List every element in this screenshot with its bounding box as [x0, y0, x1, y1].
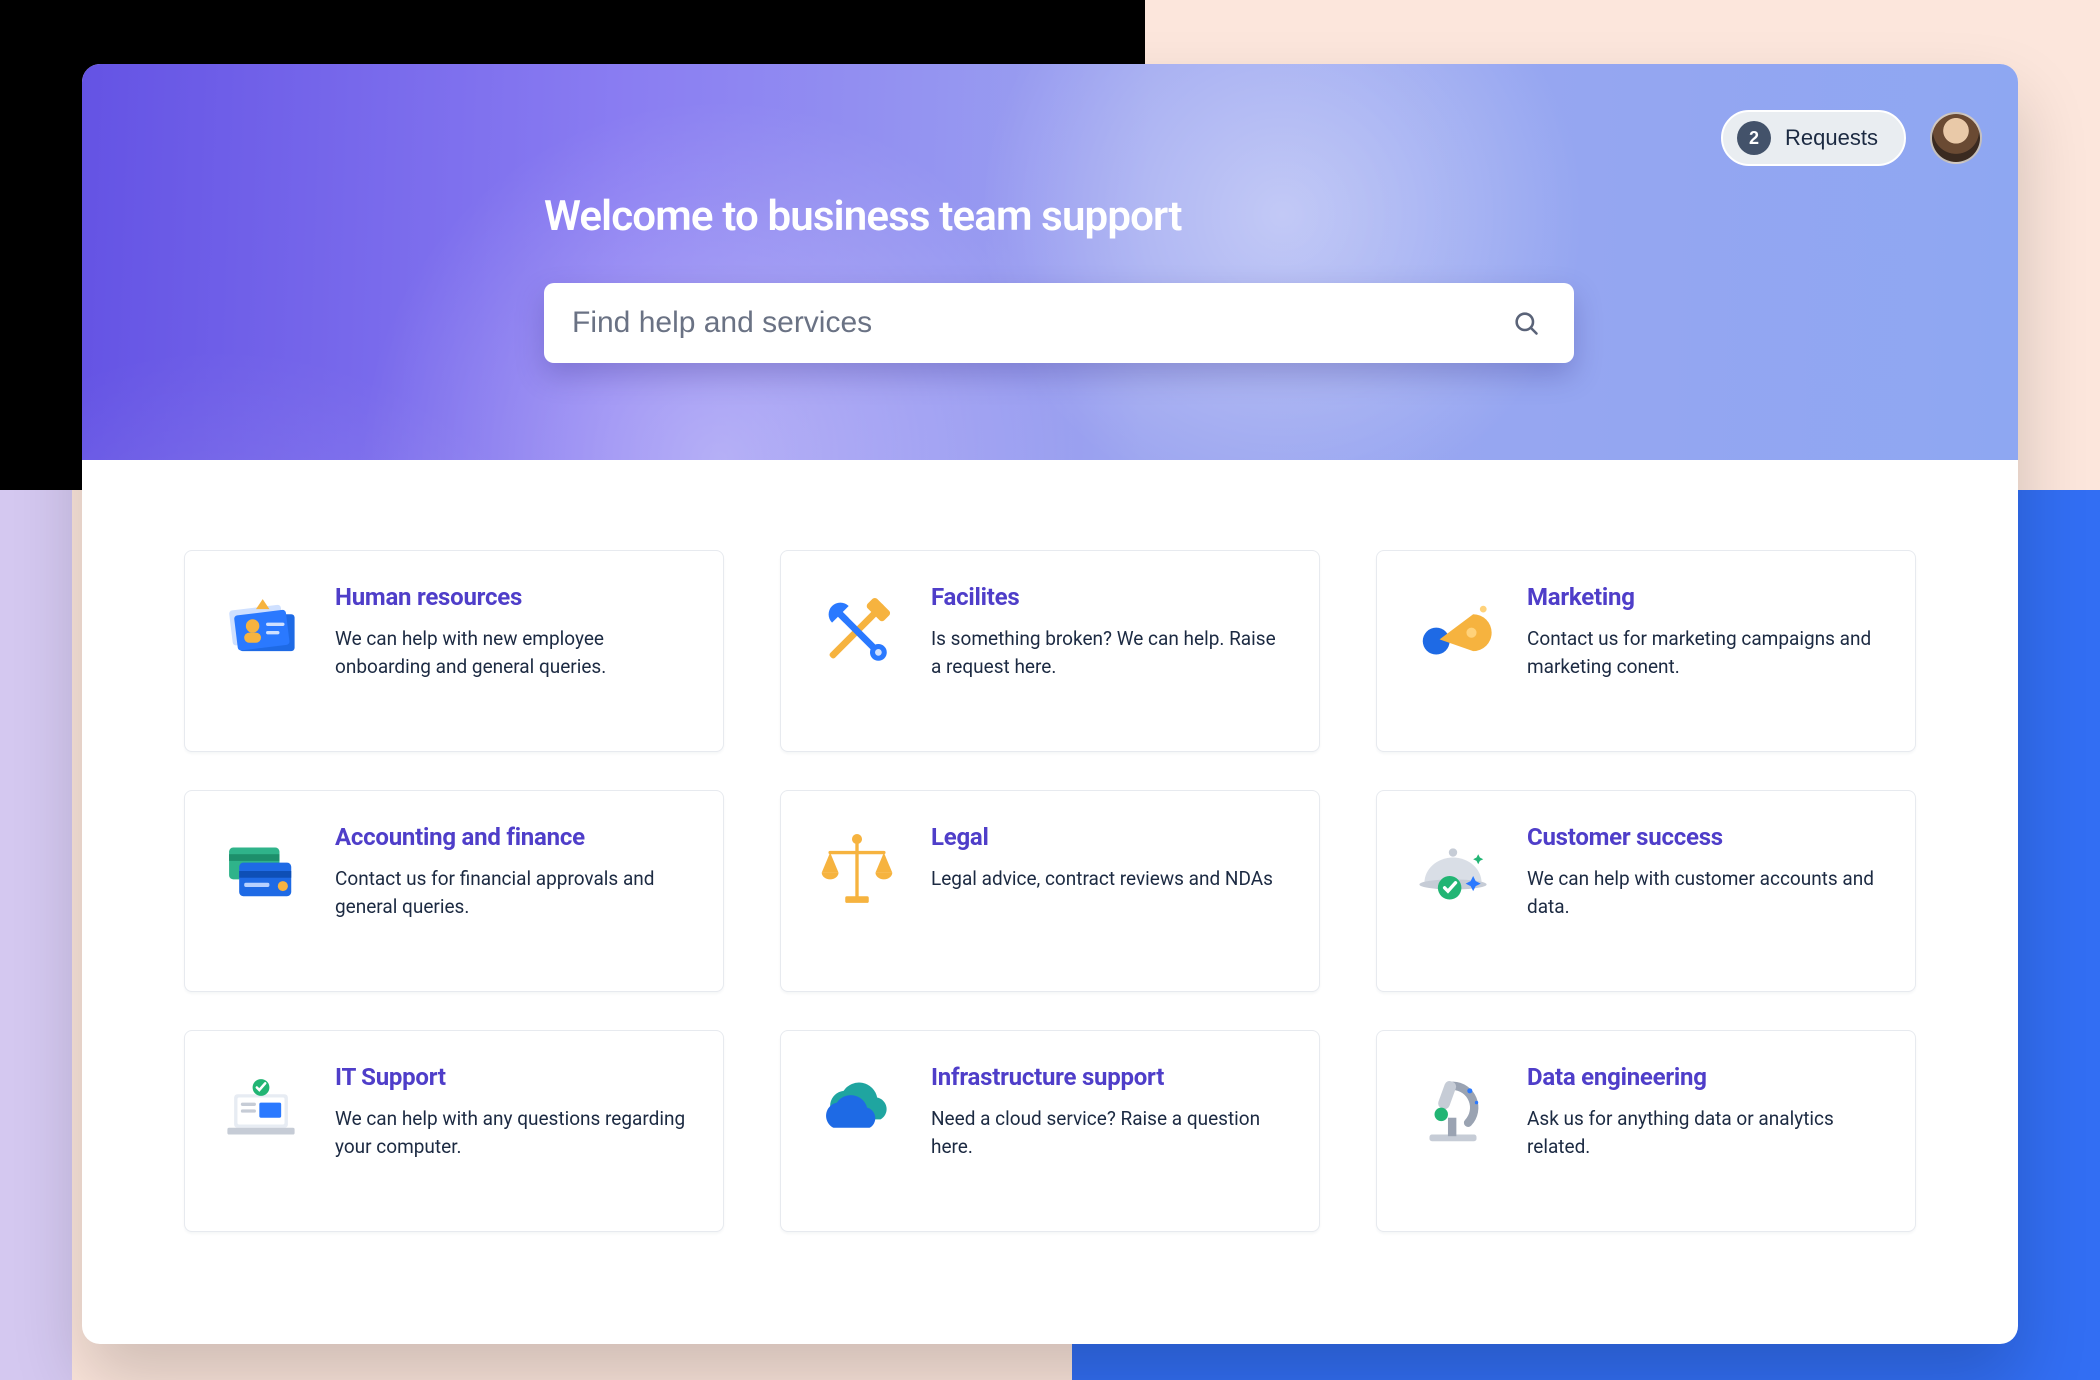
card-it-support[interactable]: IT Support We can help with any question…	[184, 1030, 724, 1232]
search-box[interactable]	[544, 283, 1574, 363]
requests-button[interactable]: 2 Requests	[1721, 110, 1906, 166]
card-facilities[interactable]: Facilites Is something broken? We can he…	[780, 550, 1320, 752]
card-data-engineering[interactable]: Data engineering Ask us for anything dat…	[1376, 1030, 1916, 1232]
hero-banner: 2 Requests Welcome to business team supp…	[82, 64, 2018, 460]
card-desc: Contact us for financial approvals and g…	[335, 865, 693, 920]
hero-title: Welcome to business team support	[544, 192, 1584, 241]
card-title: Infrastructure support	[931, 1063, 1289, 1091]
card-desc: Ask us for anything data or analytics re…	[1527, 1105, 1885, 1160]
card-infrastructure-support[interactable]: Infrastructure support Need a cloud serv…	[780, 1030, 1320, 1232]
user-avatar[interactable]	[1930, 112, 1982, 164]
bg-block-lavender	[0, 490, 72, 1380]
card-title: Legal	[931, 823, 1289, 851]
card-desc: Need a cloud service? Raise a question h…	[931, 1105, 1289, 1160]
card-desc: Contact us for marketing campaigns and m…	[1527, 625, 1885, 680]
search-submit-button[interactable]	[1506, 303, 1546, 343]
card-human-resources[interactable]: Human resources We can help with new emp…	[184, 550, 724, 752]
card-desc: Is something broken? We can help. Raise …	[931, 625, 1289, 680]
page-background: 2 Requests Welcome to business team supp…	[0, 0, 2100, 1380]
category-grid: Human resources We can help with new emp…	[82, 460, 2018, 1292]
card-title: Data engineering	[1527, 1063, 1885, 1091]
scales-icon	[811, 829, 903, 921]
microscope-icon	[1407, 1069, 1499, 1161]
support-portal-panel: 2 Requests Welcome to business team supp…	[82, 64, 2018, 1344]
card-desc: Legal advice, contract reviews and NDAs	[931, 865, 1289, 893]
card-customer-success[interactable]: Customer success We can help with custom…	[1376, 790, 1916, 992]
requests-count-badge: 2	[1737, 121, 1771, 155]
requests-label: Requests	[1785, 125, 1878, 151]
megaphone-icon	[1407, 589, 1499, 681]
card-title: Human resources	[335, 583, 693, 611]
card-desc: We can help with new employee onboarding…	[335, 625, 693, 680]
topbar-right: 2 Requests	[1721, 110, 1982, 166]
card-title: Customer success	[1527, 823, 1885, 851]
cloud-icon	[811, 1069, 903, 1161]
card-accounting-finance[interactable]: Accounting and finance Contact us for fi…	[184, 790, 724, 992]
card-title: Marketing	[1527, 583, 1885, 611]
card-desc: We can help with any questions regarding…	[335, 1105, 693, 1160]
search-icon	[1512, 309, 1540, 337]
card-legal[interactable]: Legal Legal advice, contract reviews and…	[780, 790, 1320, 992]
credit-cards-icon	[215, 829, 307, 921]
card-title: Accounting and finance	[335, 823, 693, 851]
id-badge-icon	[215, 589, 307, 681]
card-title: IT Support	[335, 1063, 693, 1091]
tools-icon	[811, 589, 903, 681]
laptop-check-icon	[215, 1069, 307, 1161]
search-input[interactable]	[572, 306, 1506, 340]
cloche-check-icon	[1407, 829, 1499, 921]
card-title: Facilites	[931, 583, 1289, 611]
card-marketing[interactable]: Marketing Contact us for marketing campa…	[1376, 550, 1916, 752]
card-desc: We can help with customer accounts and d…	[1527, 865, 1885, 920]
hero-content: Welcome to business team support	[544, 192, 1584, 363]
